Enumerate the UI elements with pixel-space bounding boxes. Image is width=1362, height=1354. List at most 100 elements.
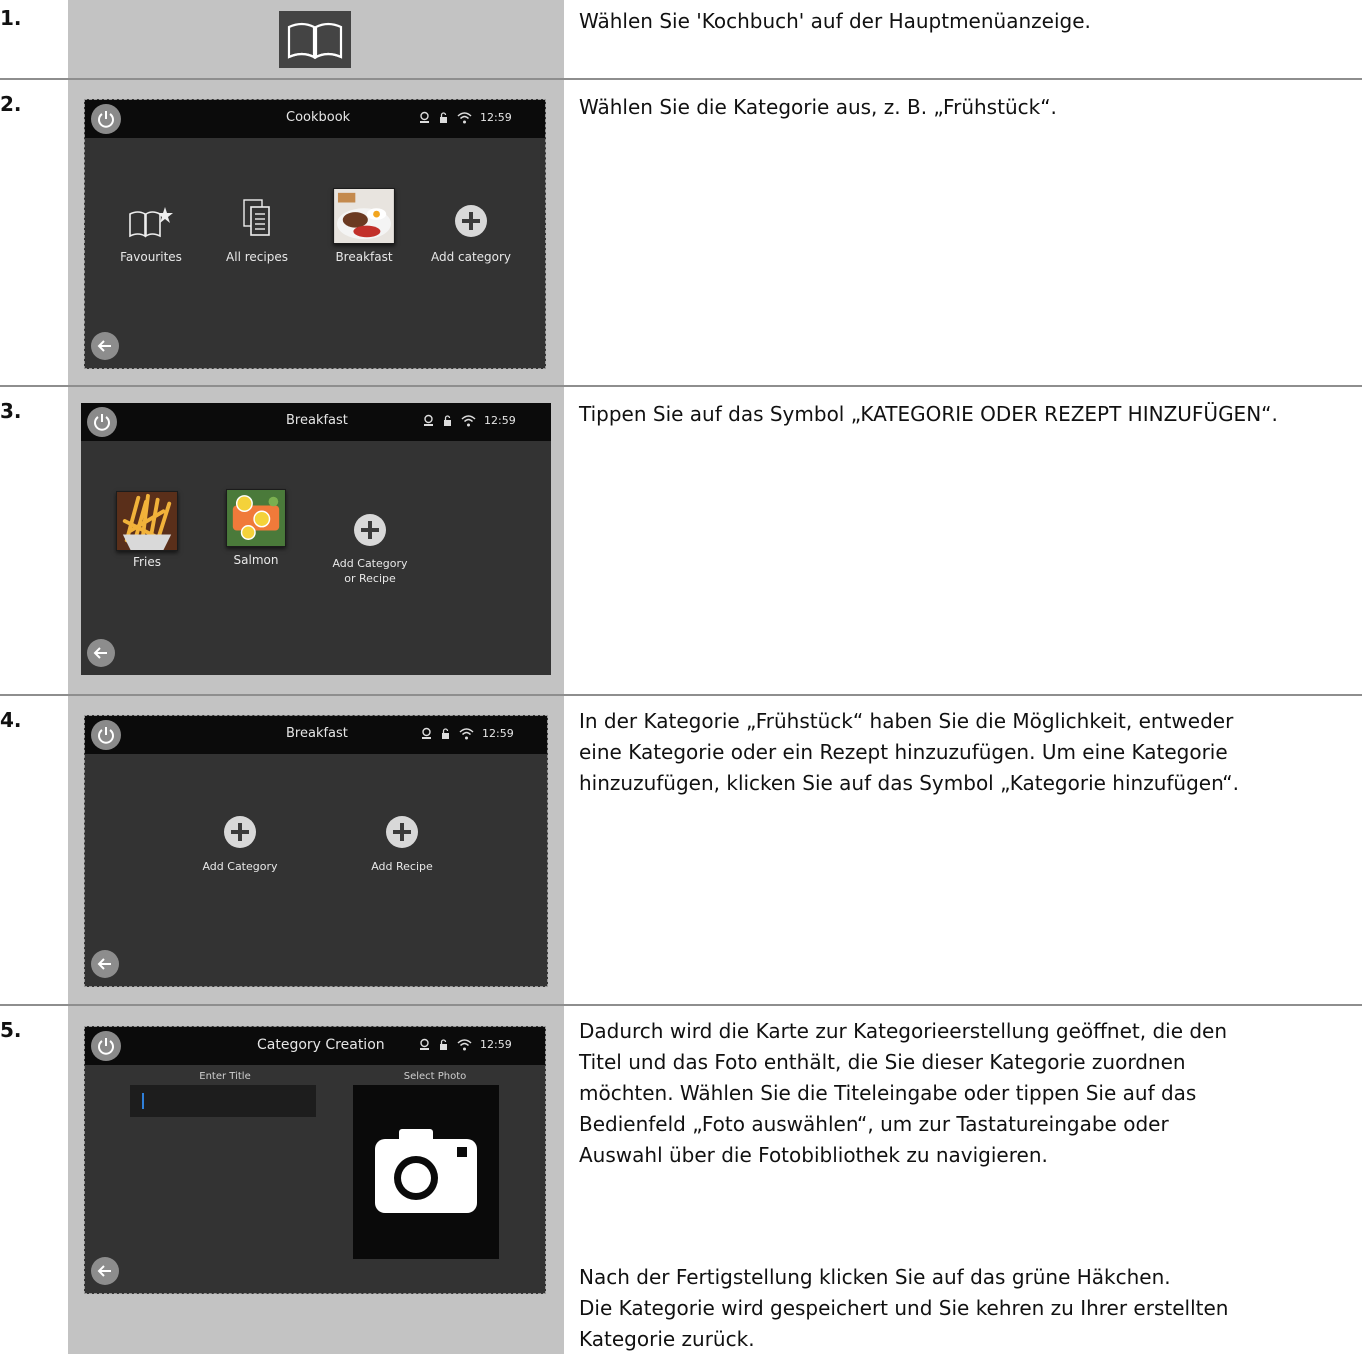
back-arrow-icon[interactable] — [91, 1257, 119, 1285]
description-line: Titel und das Foto enthält, die Sie dies… — [579, 1050, 1186, 1074]
tile-label: Breakfast — [335, 250, 393, 264]
description-line: eine Kategorie oder ein Rezept hinzuzufü… — [579, 740, 1228, 764]
step-description: Wählen Sie die Kategorie aus, z. B. „Frü… — [579, 95, 1057, 119]
step-3: 3. Breakfast 12:59 Fries Salmon Add Cate… — [0, 387, 1362, 694]
camera-icon — [375, 1129, 477, 1213]
screen-title: Cookbook — [286, 110, 351, 125]
description-line: Bedienfeld „Foto auswählen“, um zur Tast… — [579, 1112, 1169, 1136]
step-5: 5. Category Creation 12:59 Enter Title S… — [0, 1006, 1362, 1354]
device-screen-breakfast-add: Breakfast 12:59 Add Category Add Recipe — [84, 715, 548, 987]
enter-title-label: Enter Title — [199, 1071, 251, 1082]
screen-title: Category Creation — [257, 1037, 385, 1053]
step-number: 3. — [0, 399, 22, 423]
step-number: 2. — [0, 92, 22, 116]
power-icon[interactable] — [91, 1031, 121, 1061]
status-bar: Cookbook 12:59 — [85, 100, 545, 138]
fries-tile[interactable]: Fries — [115, 491, 179, 573]
chef-icon — [420, 1038, 429, 1050]
add-icon — [224, 816, 256, 848]
status-bar: Category Creation 12:59 — [85, 1027, 545, 1065]
select-photo-label: Select Photo — [403, 1071, 467, 1082]
power-icon[interactable] — [91, 104, 121, 134]
clock-time: 12:59 — [482, 727, 514, 740]
power-icon[interactable] — [87, 407, 117, 437]
status-icons: 12:59 — [423, 414, 516, 427]
status-icons: 12:59 — [419, 111, 512, 124]
tile-label: Favourites — [120, 250, 182, 264]
step-number: 5. — [0, 1018, 22, 1042]
power-icon[interactable] — [91, 720, 121, 750]
tile-label: Add Recipe — [371, 860, 433, 873]
step-image-panel: Breakfast 12:59 Fries Salmon Add Categor… — [68, 387, 564, 694]
description-line: Auswahl über die Fotobibliothek zu navig… — [579, 1143, 1048, 1167]
back-arrow-icon[interactable] — [91, 332, 119, 360]
step-image-panel — [68, 0, 564, 78]
add-recipe-tile[interactable]: Add Recipe — [353, 816, 451, 878]
device-screen-cookbook: Cookbook 12:59 Favourites All recipes Br… — [84, 99, 546, 369]
lock-icon — [444, 415, 451, 426]
status-bar: Breakfast 12:59 — [81, 403, 551, 441]
add-category-tile[interactable]: Add Category — [191, 816, 289, 878]
device-screen-breakfast: Breakfast 12:59 Fries Salmon Add Categor… — [81, 403, 551, 675]
step-4: 4. Breakfast 12:59 Add Category Add Reci… — [0, 696, 1362, 1004]
select-photo-panel[interactable] — [353, 1085, 499, 1259]
breakfast-tile[interactable]: Breakfast — [323, 188, 405, 270]
title-input[interactable] — [130, 1085, 316, 1117]
chef-icon — [424, 414, 433, 426]
add-category-tile[interactable]: Add category — [423, 205, 519, 271]
tile-label: All recipes — [226, 250, 288, 264]
wifi-icon — [457, 112, 472, 124]
wifi-icon — [457, 1039, 472, 1051]
add-icon — [455, 205, 487, 237]
step-1: 1. Wählen Sie 'Kochbuch' auf der Hauptme… — [0, 0, 1362, 78]
all-recipes-tile[interactable]: All recipes — [217, 198, 297, 270]
description-line: Kategorie zurück. — [579, 1327, 755, 1351]
wifi-icon — [461, 415, 476, 427]
step-description-continued: Nach der Fertigstellung klicken Sie auf … — [579, 1262, 1228, 1354]
favourites-book-star-icon — [129, 207, 173, 238]
description-line: Dadurch wird die Karte zur Kategorieerst… — [579, 1019, 1228, 1043]
tile-label: Add category — [430, 250, 512, 264]
back-arrow-icon[interactable] — [91, 950, 119, 978]
tile-label-line-1: Add Category — [332, 557, 408, 570]
lock-icon — [440, 1039, 447, 1050]
screen-title: Breakfast — [286, 726, 348, 741]
clock-time: 12:59 — [480, 1038, 512, 1051]
chef-icon — [420, 111, 429, 123]
salmon-photo — [226, 489, 286, 547]
status-icons: 12:59 — [419, 1038, 512, 1051]
tile-label: Add Category — [202, 860, 278, 873]
fries-photo — [116, 491, 178, 551]
add-icon — [354, 514, 386, 546]
screen-title: Breakfast — [286, 413, 348, 428]
documents-icon — [243, 199, 270, 236]
chef-icon — [422, 727, 431, 739]
step-description: Wählen Sie 'Kochbuch' auf der Hauptmenüa… — [579, 9, 1091, 33]
tile-label: Fries — [133, 555, 161, 569]
description-line: Nach der Fertigstellung klicken Sie auf … — [579, 1265, 1171, 1289]
step-number: 1. — [0, 6, 22, 30]
add-icon — [386, 816, 418, 848]
tile-label: Salmon — [233, 553, 279, 567]
step-number: 4. — [0, 708, 22, 732]
salmon-tile[interactable]: Salmon — [223, 489, 289, 573]
description-line: In der Kategorie „Frühstück“ haben Sie d… — [579, 709, 1234, 733]
clock-time: 12:59 — [480, 111, 512, 124]
status-bar: Breakfast 12:59 — [85, 716, 547, 754]
step-description: In der Kategorie „Frühstück“ haben Sie d… — [579, 706, 1239, 799]
back-arrow-icon[interactable] — [87, 639, 115, 667]
add-category-or-recipe-tile[interactable]: Add Category or Recipe — [321, 514, 419, 594]
status-icons: 12:59 — [421, 727, 514, 740]
description-line: Die Kategorie wird gespeichert und Sie k… — [579, 1296, 1229, 1320]
text-cursor — [142, 1093, 144, 1109]
breakfast-photo — [333, 188, 395, 244]
device-screen-category-creation: Category Creation 12:59 Enter Title Sele… — [84, 1026, 546, 1294]
step-image-panel: Cookbook 12:59 Favourites All recipes Br… — [68, 80, 564, 385]
tile-label-line-2: or Recipe — [344, 572, 396, 585]
lock-icon — [440, 112, 447, 123]
step-2: 2. Cookbook 12:59 Favourites All recipes… — [0, 80, 1362, 385]
book-icon[interactable] — [279, 11, 351, 68]
step-image-panel: Breakfast 12:59 Add Category Add Recipe — [68, 696, 564, 1004]
step-description: Dadurch wird die Karte zur Kategorieerst… — [579, 1016, 1227, 1171]
favourites-tile[interactable]: Favourites — [113, 200, 189, 270]
